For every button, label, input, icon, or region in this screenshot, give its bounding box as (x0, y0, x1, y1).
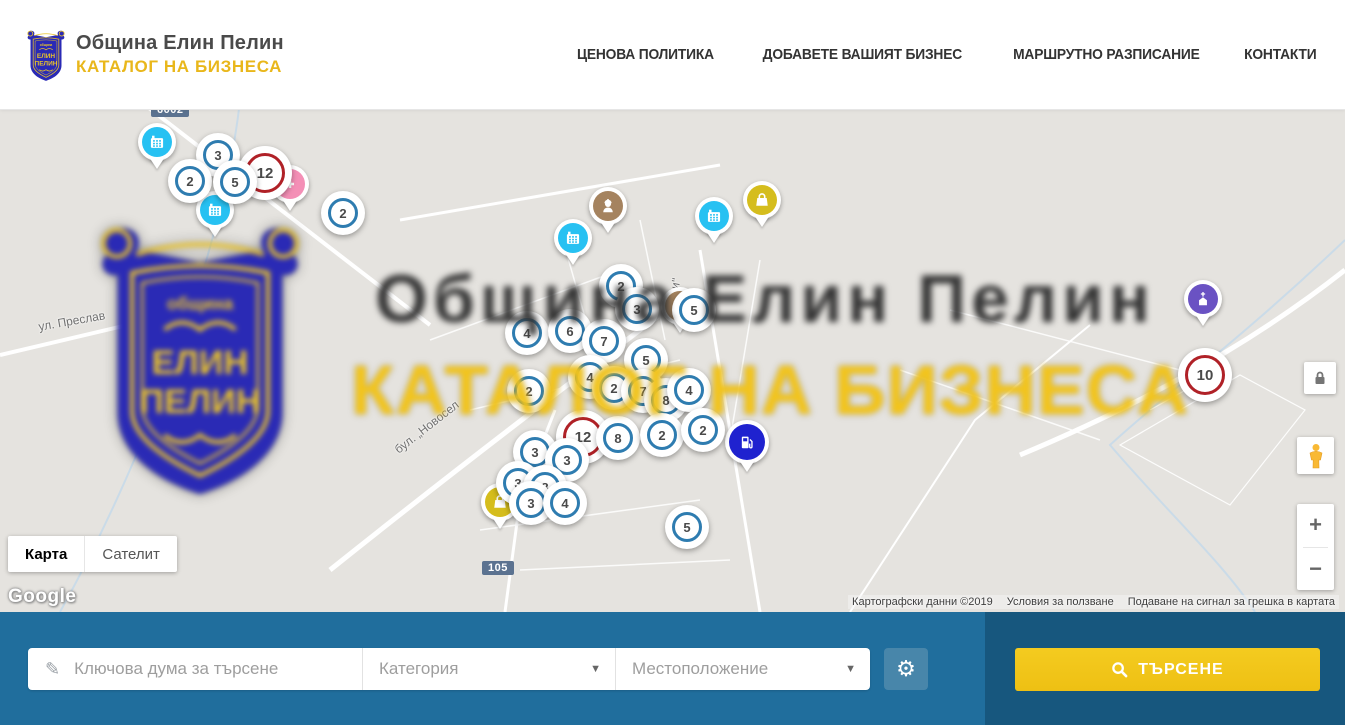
lock-icon (1312, 370, 1328, 386)
search-button-label: ТЪРСЕНЕ (1138, 661, 1223, 679)
site-header: Община Елин Пелин КАТАЛОГ НА БИЗНЕСА ЦЕН… (0, 0, 1345, 110)
pegman-icon (1305, 443, 1327, 469)
map-cluster-marker[interactable]: 2 (168, 159, 212, 203)
map-cluster-marker[interactable]: 8 (596, 416, 640, 460)
factory-icon (558, 223, 588, 253)
pencil-icon: ✎ (45, 659, 60, 680)
map-cluster-marker[interactable]: 5 (665, 505, 709, 549)
site-subtitle: КАТАЛОГ НА БИЗНЕСА (76, 57, 284, 77)
nav-item-transport-schedule[interactable]: МАРШРУТНО РАЗПИСАНИЕ (1013, 46, 1200, 63)
map-pin-fuel[interactable] (725, 420, 769, 472)
nav-item-pricing[interactable]: ЦЕНОВА ПОЛИТИКА (577, 46, 714, 63)
fullscreen-lock-button[interactable] (1304, 362, 1336, 394)
map-pin-worker[interactable] (589, 187, 627, 233)
church-icon (1188, 284, 1218, 314)
factory-icon (142, 127, 172, 157)
site-logo[interactable]: Община Елин Пелин КАТАЛОГ НА БИЗНЕСА (24, 26, 284, 84)
cluster-count: 10 (1185, 355, 1225, 395)
road-number-badge: 105 (482, 561, 514, 575)
map-cluster-marker[interactable]: 5 (672, 288, 716, 332)
cluster-count: 4 (674, 375, 704, 405)
google-map[interactable]: ул. Преславбул. „Новоселци" 6002105 3212… (0, 110, 1345, 612)
map-type-control: Карта Сателит (8, 536, 177, 572)
map-pin-factory[interactable] (138, 123, 176, 169)
cluster-count: 5 (672, 512, 702, 542)
map-attribution: Картографски данни ©2019 Условия за полз… (848, 595, 1339, 609)
fuel-icon (729, 424, 765, 460)
worker-icon (593, 191, 623, 221)
cluster-count: 6 (555, 316, 585, 346)
map-cluster-marker[interactable]: 4 (505, 311, 549, 355)
attribution-copyright: Картографски данни ©2019 (852, 596, 993, 608)
map-cluster-marker[interactable]: 2 (507, 369, 551, 413)
gear-icon: ⚙ (896, 658, 916, 680)
nav-item-contacts[interactable]: КОНТАКТИ (1245, 46, 1317, 63)
cluster-count: 3 (622, 294, 652, 324)
cluster-count: 8 (603, 423, 633, 453)
bag-icon (747, 185, 777, 215)
cluster-count: 2 (514, 376, 544, 406)
cluster-count: 5 (679, 295, 709, 325)
cluster-count: 4 (550, 488, 580, 518)
search-panel: ✎ Категория ▼ Местоположение ▼ ⚙ ТЪРСЕНЕ (0, 612, 1345, 725)
category-select-value: Категория (379, 659, 458, 679)
search-fields-group: ✎ Категория ▼ Местоположение ▼ (28, 648, 870, 690)
cluster-count: 3 (516, 488, 546, 518)
map-type-map-button[interactable]: Карта (8, 536, 84, 572)
map-cluster-marker[interactable]: 5 (213, 160, 257, 204)
municipality-crest-icon (24, 26, 68, 84)
street-view-pegman[interactable] (1297, 437, 1334, 474)
advanced-settings-button[interactable]: ⚙ (884, 648, 928, 690)
cluster-count: 2 (175, 166, 205, 196)
cluster-count: 7 (589, 326, 619, 356)
map-pin-church[interactable] (1184, 280, 1222, 326)
cluster-count: 2 (647, 420, 677, 450)
site-title: Община Елин Пелин (76, 32, 284, 55)
map-pin-factory[interactable] (554, 219, 592, 265)
search-button[interactable]: ТЪРСЕНЕ (1015, 648, 1320, 691)
attribution-report-link[interactable]: Подаване на сигнал за грешка в картата (1128, 596, 1335, 608)
map-cluster-marker[interactable]: 2 (640, 413, 684, 457)
zoom-in-button[interactable]: + (1297, 504, 1334, 547)
map-cluster-marker[interactable]: 3 (615, 287, 659, 331)
location-select[interactable]: Местоположение ▼ (615, 648, 870, 690)
map-cluster-marker[interactable]: 10 (1178, 348, 1232, 402)
map-cluster-marker[interactable]: 4 (543, 481, 587, 525)
map-type-satellite-button[interactable]: Сателит (84, 536, 177, 572)
nav-item-add-business[interactable]: ДОБАВЕТЕ ВАШИЯТ БИЗНЕС (763, 46, 962, 63)
cluster-count: 2 (328, 198, 358, 228)
cluster-count: 4 (512, 318, 542, 348)
category-select[interactable]: Категория ▼ (362, 648, 615, 690)
main-nav: ЦЕНОВА ПОЛИТИКА ДОБАВЕТЕ ВАШИЯТ БИЗНЕС М… (571, 46, 1320, 63)
map-cluster-marker[interactable]: 2 (321, 191, 365, 235)
cluster-count: 2 (688, 415, 718, 445)
road-number-badge: 6002 (151, 110, 189, 117)
chevron-down-icon: ▼ (845, 663, 856, 675)
map-pin-bag[interactable] (743, 181, 781, 227)
keyword-input[interactable] (74, 659, 324, 679)
location-select-value: Местоположение (632, 659, 768, 679)
cluster-count: 5 (220, 167, 250, 197)
attribution-terms-link[interactable]: Условия за ползване (1007, 596, 1114, 608)
zoom-control: + − (1297, 504, 1334, 590)
keyword-field[interactable]: ✎ (28, 648, 362, 690)
map-cluster-marker[interactable]: 2 (681, 408, 725, 452)
zoom-out-button[interactable]: − (1297, 548, 1334, 591)
chevron-down-icon: ▼ (590, 663, 601, 675)
map-pin-factory[interactable] (695, 197, 733, 243)
search-icon (1111, 661, 1128, 678)
map-cluster-marker[interactable]: 4 (667, 368, 711, 412)
factory-icon (699, 201, 729, 231)
google-logo[interactable]: Google (8, 586, 76, 608)
